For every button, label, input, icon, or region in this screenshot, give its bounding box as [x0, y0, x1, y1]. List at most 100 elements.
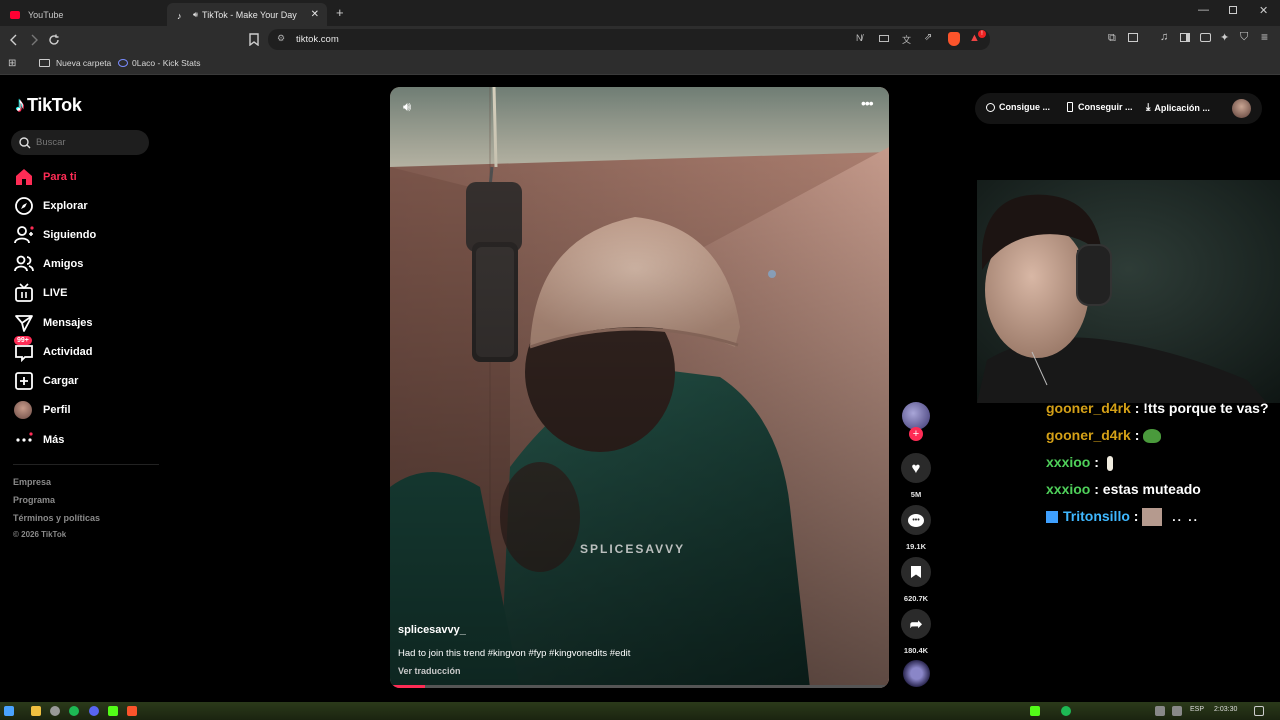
live-icon [15, 283, 33, 302]
explorer-icon[interactable] [31, 706, 41, 716]
windows-taskbar: ESP 2:03:30 [0, 702, 1280, 720]
music-icon[interactable]: ♫ [1160, 31, 1168, 43]
kick-stats-icon [118, 59, 128, 67]
bookmark-folder[interactable]: Nueva carpeta [39, 58, 111, 68]
creator-avatar[interactable] [902, 402, 930, 430]
clock[interactable]: 2:03:30 [1214, 706, 1237, 713]
tab-tiktok[interactable]: ♪ 🔊︎ TikTok - Make Your Day ✕ [167, 3, 327, 26]
sidebar-item-mensajes[interactable]: Mensajes [14, 313, 93, 333]
url-text[interactable]: tiktok.com [296, 34, 339, 45]
apps-grid-icon[interactable]: ⊞ [8, 58, 16, 69]
sidebar-item-label: Actividad [43, 346, 93, 358]
tray-icon[interactable] [1061, 706, 1071, 716]
footer-link-programa[interactable]: Programa [13, 495, 55, 505]
screenshot-icon[interactable] [1128, 33, 1138, 42]
translate-icon[interactable]: 文 [902, 33, 911, 46]
menu-icon[interactable]: ≡ [1261, 30, 1268, 44]
minimize-button[interactable]: — [1198, 4, 1209, 16]
chat-text: : !tts porque te vas? [1130, 400, 1269, 416]
more-options-icon[interactable]: ••• [861, 95, 874, 111]
restore-button[interactable] [1229, 6, 1237, 14]
search-input[interactable] [36, 135, 141, 150]
chat-trailing-dots: .. .. [1172, 510, 1199, 524]
sidebar-item-label: Amigos [43, 258, 84, 270]
volume-icon[interactable]: 🔊︎ [403, 99, 411, 115]
bookmark-label: 0Laco - Kick Stats [132, 58, 201, 68]
download-app-button[interactable]: ⤓ Aplicación ... [1146, 102, 1210, 113]
chat-username: xxxioo [1046, 481, 1091, 497]
bookmark-kick-stats[interactable]: 0Laco - Kick Stats [118, 58, 201, 68]
sidebar-item-explorar[interactable]: Explorar [14, 196, 88, 216]
url-field[interactable]: ⚙ tiktok.com N̸ 文 ⇗ ▲ ! [268, 29, 990, 50]
video-progress-bar[interactable] [390, 685, 889, 688]
tiktok-logo[interactable]: ♪ TikTok [15, 94, 82, 117]
audio-playing-icon[interactable]: 🔊︎ [193, 10, 198, 20]
video-username[interactable]: splicesavvy_ [398, 624, 466, 636]
back-icon[interactable] [8, 34, 20, 46]
share-icon[interactable]: ⇗ [924, 32, 932, 43]
sidebar-icon[interactable] [1180, 33, 1190, 42]
follow-plus-icon[interactable]: + [909, 427, 923, 441]
forward-icon[interactable] [28, 34, 40, 46]
tab-youtube[interactable]: YouTube [0, 3, 165, 26]
site-info-icon[interactable]: ⚙ [277, 33, 285, 44]
get-app-button[interactable]: Conseguir ... [1067, 102, 1133, 112]
search-box[interactable] [11, 130, 149, 155]
like-button[interactable]: ♥ 5M [901, 453, 931, 499]
wallet-icon[interactable] [1200, 33, 1211, 42]
sidebar-item-label: Más [43, 434, 65, 446]
tray-icon[interactable] [1030, 706, 1040, 716]
chrome-icon[interactable] [50, 706, 60, 716]
spotify-icon[interactable] [69, 706, 79, 716]
sidebar-item-siguiendo[interactable]: Siguiendo [14, 225, 96, 245]
wifi-icon[interactable] [1155, 706, 1165, 716]
new-tab-button[interactable]: + [336, 5, 344, 20]
brave-icon[interactable] [127, 706, 137, 716]
volume-tray-icon[interactable] [1172, 706, 1182, 716]
footer-link-empresa[interactable]: Empresa [13, 477, 51, 487]
notifications-icon[interactable] [1254, 706, 1264, 716]
kick-icon[interactable] [108, 706, 118, 716]
cast-icon[interactable] [879, 35, 889, 42]
discord-icon[interactable] [89, 706, 99, 716]
sidebar-item-cargar[interactable]: Cargar [14, 371, 78, 391]
reload-icon[interactable] [48, 34, 60, 46]
tiktok-note-icon: ♪ [15, 94, 25, 116]
sidebar-item-para-ti[interactable]: Para ti [14, 167, 77, 187]
get-coins-button[interactable]: Consigue ... [986, 102, 1050, 112]
brave-shield-icon[interactable] [948, 32, 960, 46]
user-avatar[interactable] [1232, 99, 1251, 118]
see-translation-link[interactable]: Ver traducción [398, 666, 461, 676]
friends-icon [14, 255, 34, 272]
tiktok-icon: ♪ [177, 10, 182, 21]
leo-ai-icon[interactable]: ✦ [1220, 31, 1229, 44]
vpn-icon[interactable]: ⛉ [1240, 31, 1248, 44]
face-emote-icon [1142, 508, 1163, 527]
share-button[interactable]: ➦ 180.4K [901, 609, 931, 655]
music-disc[interactable] [903, 660, 930, 687]
footer-link-terms[interactable]: Términos y políticas [13, 513, 100, 523]
more-icon [16, 432, 33, 442]
sidebar-item-mas[interactable]: Más [14, 430, 64, 450]
coin-icon [986, 102, 995, 112]
messages-icon [15, 315, 33, 332]
chat-text: : [1129, 508, 1143, 524]
bookmark-icon[interactable] [249, 33, 259, 46]
video-player[interactable]: 🔊︎ ••• SPLICESAVVY splicesavvy_ Had to j… [390, 87, 889, 688]
sidebar-item-label: Perfil [43, 404, 71, 416]
extensions-icon[interactable]: ⧉ [1108, 32, 1116, 45]
language-indicator[interactable]: ESP [1190, 706, 1204, 713]
comment-button[interactable]: ••• 19.1K [901, 505, 931, 551]
start-icon[interactable] [4, 706, 14, 716]
translate-off-icon[interactable]: N̸ [856, 33, 863, 43]
profile-avatar [14, 401, 32, 419]
sidebar-item-perfil[interactable]: Perfil [14, 401, 71, 419]
sidebar-item-live[interactable]: LIVE [14, 283, 67, 303]
sidebar-item-actividad[interactable]: Actividad 99+ [14, 336, 93, 362]
save-button[interactable]: 620.7K [901, 557, 931, 603]
heart-icon: ♥ [911, 459, 921, 477]
close-window-button[interactable]: ✕ [1259, 4, 1268, 17]
close-tab-icon[interactable]: ✕ [311, 9, 319, 20]
sidebar-item-amigos[interactable]: Amigos [14, 254, 83, 274]
tab-label: YouTube [28, 9, 64, 20]
